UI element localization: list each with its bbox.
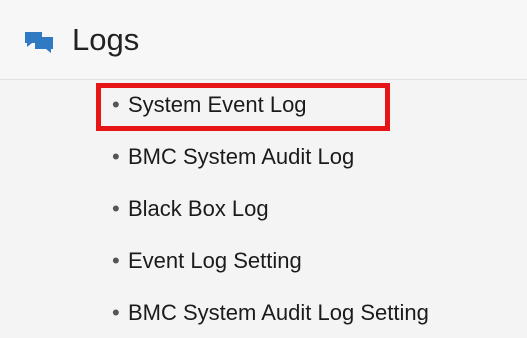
menu-item-label: BMC System Audit Log Setting — [128, 300, 429, 325]
menu-bullet: • — [112, 92, 120, 117]
logs-panel: Logs • System Event Log • BMC System Audit… — [0, 0, 527, 338]
menu-bullet: • — [112, 196, 120, 221]
menu-item-event-log-setting[interactable]: • Event Log Setting — [112, 243, 302, 279]
menu-item-label: Event Log Setting — [128, 248, 302, 273]
chat-bubbles-icon — [25, 32, 53, 53]
menu-item-system-event-log[interactable]: • System Event Log — [112, 87, 307, 123]
logs-header[interactable]: Logs — [0, 0, 527, 80]
menu-item-label: Black Box Log — [128, 196, 269, 221]
menu-bullet: • — [112, 300, 120, 325]
menu-item-label: System Event Log — [128, 92, 307, 117]
menu-item-bmc-system-audit-log-setting[interactable]: • BMC System Audit Log Setting — [112, 295, 429, 331]
logs-submenu: • System Event Log • BMC System Audit Log … — [0, 79, 527, 338]
logs-title: Logs — [72, 22, 140, 57]
menu-item-label: BMC System Audit Log — [128, 144, 355, 169]
menu-item-black-box-log[interactable]: • Black Box Log — [112, 191, 269, 227]
menu-bullet: • — [112, 248, 120, 273]
menu-bullet: • — [112, 144, 120, 169]
menu-item-bmc-system-audit-log[interactable]: • BMC System Audit Log — [112, 139, 354, 175]
